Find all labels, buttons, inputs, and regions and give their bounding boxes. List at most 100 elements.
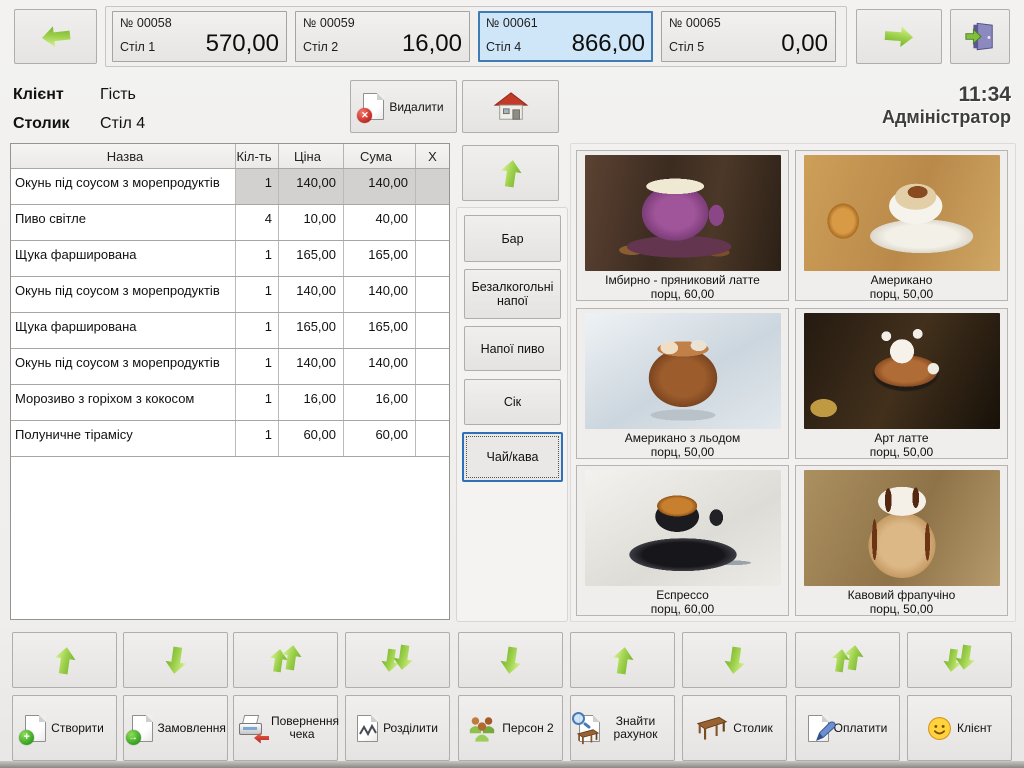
table-row[interactable]: Окунь під соусом з морепродуктів 1 140,0… xyxy=(11,349,449,385)
categories-down-button[interactable] xyxy=(458,632,563,688)
category-soft-drinks[interactable]: Безалкогольні напої xyxy=(464,269,561,319)
table-row[interactable]: Щука фарширована 1 165,00 165,00 xyxy=(11,313,449,349)
next-orders-button[interactable] xyxy=(856,9,942,64)
order-page-up-button[interactable] xyxy=(233,632,338,688)
order-tab-1[interactable]: № 00058 Стіл 1 570,00 xyxy=(112,11,287,62)
product-card[interactable]: Американо з льодом порц, 50,00 xyxy=(576,308,789,459)
category-beer[interactable]: Напої пиво xyxy=(464,326,561,371)
create-order-button[interactable]: Створити xyxy=(12,695,117,761)
action-label: Клієнт xyxy=(957,722,992,735)
previous-orders-button[interactable] xyxy=(14,9,97,64)
order-number: № 00061 xyxy=(486,16,645,30)
product-image xyxy=(585,155,781,271)
order-table-header: Назва Кіл-ть Ціна Сума X xyxy=(11,144,449,169)
action-label: Оплатити xyxy=(834,722,888,735)
product-price: порц, 60,00 xyxy=(577,287,788,301)
item-qty: 1 xyxy=(236,313,279,348)
item-name: Пиво світле xyxy=(11,205,236,240)
arrow-down-icon xyxy=(722,645,748,675)
double-arrow-down-icon xyxy=(380,645,416,676)
product-card[interactable]: Кавовий фрапучіно порц, 50,00 xyxy=(795,465,1008,616)
category-tea-coffee-selected[interactable]: Чай/кава xyxy=(462,432,563,482)
status-clock: 11:34 Адміністратор xyxy=(882,83,1011,128)
mini-table-icon xyxy=(576,728,600,745)
delete-item-button[interactable]: Видалити xyxy=(350,80,457,133)
product-grid: Імбирно - пряниковий латте порц, 60,00 А… xyxy=(570,143,1016,622)
table-select-button[interactable]: Столик xyxy=(682,695,787,761)
arrow-up-icon xyxy=(610,645,636,675)
item-x-cell xyxy=(416,277,449,312)
product-name: Американо з льодом xyxy=(577,431,788,445)
action-label: Замовлення xyxy=(158,722,220,735)
item-qty: 1 xyxy=(236,241,279,276)
exit-button[interactable] xyxy=(950,9,1010,64)
item-price: 140,00 xyxy=(279,277,344,312)
table-label: Столик xyxy=(13,115,70,133)
home-button[interactable] xyxy=(462,80,559,133)
table-row[interactable]: Морозиво з горіхом з кокосом 1 16,00 16,… xyxy=(11,385,449,421)
pen-icon xyxy=(815,720,837,742)
current-time: 11:34 xyxy=(882,83,1011,106)
arrow-up-icon xyxy=(498,158,524,188)
client-button[interactable]: Клієнт xyxy=(907,695,1012,761)
item-sum: 16,00 xyxy=(344,385,416,420)
item-x-cell xyxy=(416,421,449,456)
column-header-qty: Кіл-ть xyxy=(236,144,279,168)
document-delete-icon xyxy=(363,93,384,120)
product-image xyxy=(585,313,781,429)
products-scroll-up-button[interactable] xyxy=(570,632,675,688)
split-order-button[interactable]: Розділити xyxy=(345,695,450,761)
product-price: порц, 50,00 xyxy=(796,287,1007,301)
table-row[interactable]: Полуничне тірамісу 1 60,00 60,00 xyxy=(11,421,449,457)
product-price: порц, 50,00 xyxy=(796,445,1007,459)
category-juice[interactable]: Сік xyxy=(464,379,561,425)
product-card[interactable]: Арт латте порц, 50,00 xyxy=(795,308,1008,459)
order-items-table: Назва Кіл-ть Ціна Сума X Окунь під соусо… xyxy=(10,143,450,620)
item-qty: 1 xyxy=(236,277,279,312)
item-sum: 165,00 xyxy=(344,241,416,276)
item-x-cell xyxy=(416,241,449,276)
order-table-name: Стіл 2 xyxy=(303,40,338,54)
categories-up-button[interactable] xyxy=(462,145,559,201)
delete-button-label: Видалити xyxy=(389,100,443,114)
action-label: Створити xyxy=(51,722,104,735)
order-tab-2[interactable]: № 00059 Стіл 2 16,00 xyxy=(295,11,470,62)
products-page-down-button[interactable] xyxy=(907,632,1012,688)
house-icon xyxy=(492,91,530,123)
order-table-name: Стіл 1 xyxy=(120,40,155,54)
return-receipt-button[interactable]: Повернення чека xyxy=(233,695,338,761)
category-bar[interactable]: Бар xyxy=(464,215,561,262)
column-header-price: Ціна xyxy=(279,144,344,168)
double-arrow-up-icon xyxy=(830,645,866,676)
item-sum: 140,00 xyxy=(344,349,416,384)
find-bill-button[interactable]: Знайти рахунок xyxy=(570,695,675,761)
table-row[interactable]: Окунь під соусом з морепродуктів 1 140,0… xyxy=(11,277,449,313)
product-card[interactable]: Імбирно - пряниковий латте порц, 60,00 xyxy=(576,150,789,301)
magnifier-icon xyxy=(572,712,585,725)
product-name: Імбирно - пряниковий латте xyxy=(577,273,788,287)
persons-button[interactable]: Персон 2 xyxy=(458,695,563,761)
item-sum: 140,00 xyxy=(344,277,416,312)
item-sum: 140,00 xyxy=(344,169,416,204)
current-user: Адміністратор xyxy=(882,106,1011,128)
order-tabs-strip: № 00058 Стіл 1 570,00 № 00059 Стіл 2 16,… xyxy=(105,6,847,67)
printer-return-icon xyxy=(238,715,266,742)
arrow-right-icon xyxy=(884,25,914,49)
pay-button[interactable]: Оплатити xyxy=(795,695,900,761)
order-button[interactable]: Замовлення xyxy=(123,695,228,761)
document-arrow-icon xyxy=(132,715,153,742)
product-card[interactable]: Американо порц, 50,00 xyxy=(795,150,1008,301)
product-card[interactable]: Еспрессо порц, 60,00 xyxy=(576,465,789,616)
order-scroll-up-button[interactable] xyxy=(12,632,117,688)
product-price: порц, 50,00 xyxy=(796,602,1007,616)
order-tab-4[interactable]: № 00065 Стіл 5 0,00 xyxy=(661,11,836,62)
order-scroll-down-button[interactable] xyxy=(123,632,228,688)
products-scroll-down-button[interactable] xyxy=(682,632,787,688)
table-row[interactable]: Щука фарширована 1 165,00 165,00 xyxy=(11,241,449,277)
client-value: Гість xyxy=(100,86,136,104)
table-row[interactable]: Окунь під соусом з морепродуктів 1 140,0… xyxy=(11,169,449,205)
order-tab-3-selected[interactable]: № 00061 Стіл 4 866,00 xyxy=(478,11,653,62)
table-row[interactable]: Пиво світле 4 10,00 40,00 xyxy=(11,205,449,241)
order-page-down-button[interactable] xyxy=(345,632,450,688)
products-page-up-button[interactable] xyxy=(795,632,900,688)
